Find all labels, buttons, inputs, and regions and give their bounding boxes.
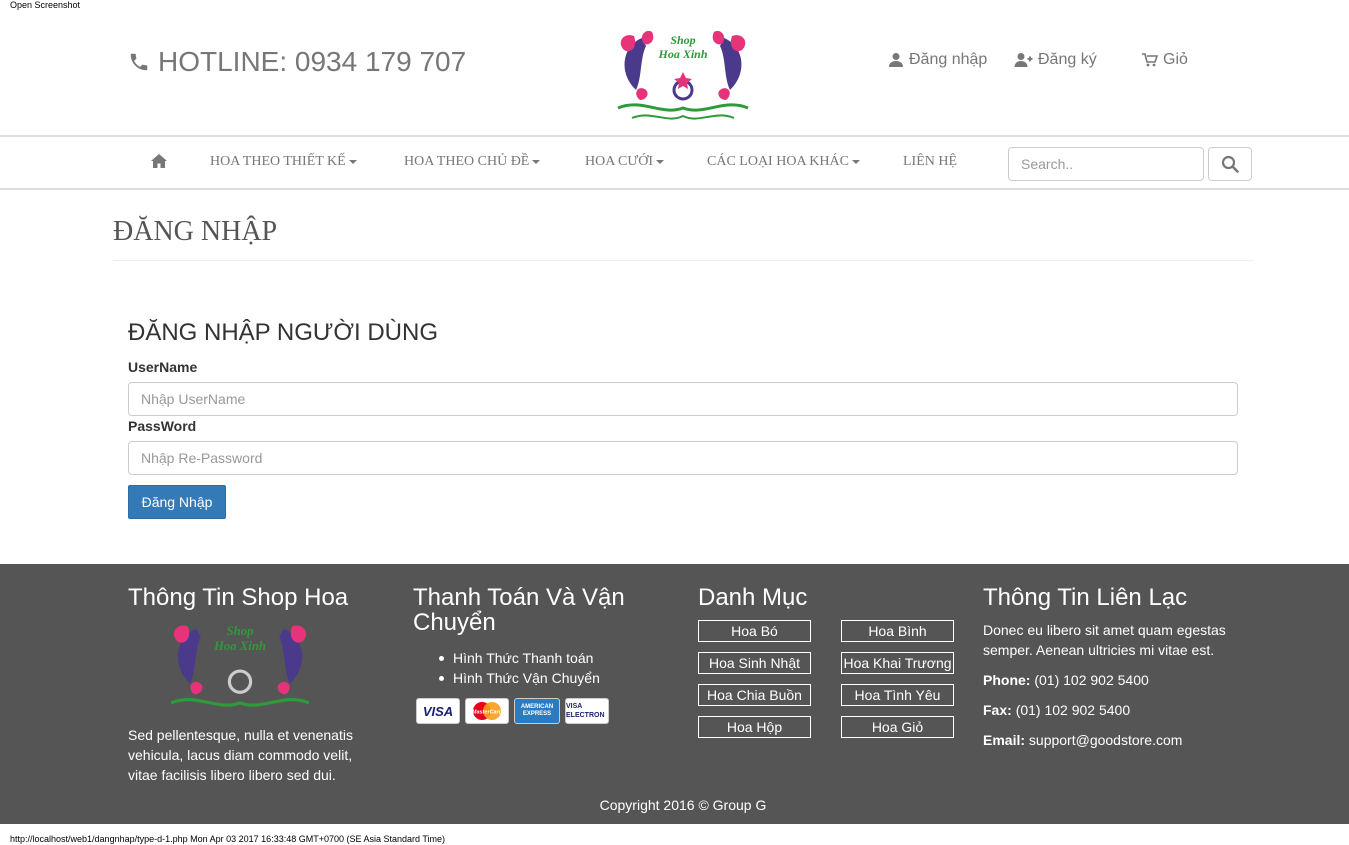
mastercard-icon: MasterCard (465, 698, 509, 724)
register-link[interactable]: Đăng ký (1014, 51, 1097, 69)
status-line: http://localhost/web1/dangnhap/type-d-1.… (10, 834, 446, 844)
caret-down-icon (348, 160, 357, 164)
category-hoa-gio[interactable]: Hoa Giỏ (841, 716, 954, 738)
shop-logo[interactable]: Shop Hoa Xinh (612, 28, 754, 126)
password-input[interactable] (128, 441, 1238, 475)
page-title: ĐĂNG NHẬP (113, 216, 278, 247)
footer-contact-title: Thông Tin Liên Lạc (983, 584, 1188, 611)
nav-lien-he[interactable]: LIÊN HỆ (903, 154, 957, 170)
shipping-method-link[interactable]: Hình Thức Vận Chuyển (439, 668, 600, 688)
login-link[interactable]: Đăng nhập (888, 51, 987, 69)
register-label: Đăng ký (1038, 51, 1097, 68)
logo-text-2: Hoa Xinh (657, 47, 707, 61)
nav-label: LIÊN HỆ (903, 154, 958, 169)
nav-label: HOA THEO THIẾT KẾ (210, 154, 346, 169)
svg-text:MasterCard: MasterCard (472, 710, 503, 716)
footer-category-title: Danh Mục (698, 584, 808, 611)
login-label: Đăng nhập (909, 51, 988, 68)
footer-shop-description: Sed pellentesque, nulla et venenatis veh… (128, 727, 353, 783)
nav-cac-loai-hoa-khac[interactable]: CÁC LOẠI HOA KHÁC (707, 154, 860, 170)
username-label: UserName (128, 359, 198, 375)
password-label: PassWord (128, 418, 197, 434)
footer-logo-text-2: Hoa Xinh (213, 639, 266, 653)
home-icon[interactable] (151, 153, 167, 169)
site-header: HOTLINE: 0934 179 707 Shop Hoa Xinh Đăng… (0, 0, 1349, 135)
category-hoa-hop[interactable]: Hoa Hộp (698, 716, 811, 738)
category-hoa-khai-truong[interactable]: Hoa Khai Trương (841, 652, 954, 674)
footer-phone: Phone: (01) 102 902 5400 (983, 672, 1149, 688)
visa-electron-icon: VISA ELECTRON (565, 698, 609, 724)
caret-down-icon (656, 160, 665, 164)
footer-shop-title: Thông Tin Shop Hoa (128, 584, 349, 611)
phone-icon (130, 53, 148, 71)
search-button[interactable] (1208, 147, 1252, 181)
nav-label: HOA THEO CHỦ ĐỀ (404, 154, 530, 169)
logo-text-1: Shop (670, 33, 695, 47)
visa-card-icon: VISA (416, 698, 460, 724)
nav-hoa-cuoi[interactable]: HOA CƯỚI (585, 154, 665, 170)
nav-hoa-theo-thiet-ke[interactable]: HOA THEO THIẾT KẾ (210, 154, 357, 170)
footer-logo-text-1: Shop (227, 624, 254, 638)
username-input[interactable] (128, 382, 1238, 416)
footer-payment-links: Hình Thức Thanh toán Hình Thức Vận Chuyể… (439, 648, 600, 688)
footer-contact-description: Donec eu libero sit amet quam egestas se… (983, 622, 1226, 658)
footer-logo: Shop Hoa Xinh (170, 624, 310, 707)
search-icon (1221, 155, 1239, 173)
amex-card-icon: AMERICAN EXPRESS (514, 698, 560, 724)
user-icon (889, 53, 903, 67)
footer-email: Email: support@goodstore.com (983, 732, 1183, 748)
login-submit-button[interactable]: Đăng Nhập (128, 485, 226, 519)
cart-link[interactable]: Giỏ (1142, 51, 1188, 69)
title-divider (113, 260, 1253, 261)
footer-payment-title-2: Chuyển (413, 609, 496, 636)
hotline: HOTLINE: 0934 179 707 (128, 46, 466, 78)
cart-icon (1142, 53, 1158, 67)
copyright: Copyright 2016 © Group G (599, 797, 767, 813)
cart-label: Giỏ (1163, 51, 1188, 68)
footer-payment-title-1: Thanh Toán Và Vận (413, 584, 625, 611)
payment-method-link[interactable]: Hình Thức Thanh toán (439, 648, 600, 668)
nav-label: CÁC LOẠI HOA KHÁC (707, 154, 849, 169)
search-input[interactable] (1008, 147, 1204, 181)
form-heading: ĐĂNG NHẬP NGƯỜI DÙNG (128, 319, 438, 346)
category-hoa-chia-buon[interactable]: Hoa Chia Buồn (698, 684, 811, 706)
site-footer: Thông Tin Shop Hoa Shop Hoa Xinh Sed pel… (0, 564, 1349, 824)
category-hoa-sinh-nhat[interactable]: Hoa Sinh Nhật (698, 652, 811, 674)
category-hoa-bo[interactable]: Hoa Bó (698, 620, 811, 642)
email-link[interactable]: support@goodstore.com (1029, 732, 1183, 748)
footer-fax: Fax: (01) 102 902 5400 (983, 702, 1131, 718)
user-plus-icon (1014, 53, 1033, 67)
caret-down-icon (851, 160, 860, 164)
hotline-text: HOTLINE: 0934 179 707 (158, 46, 467, 77)
caret-down-icon (532, 160, 541, 164)
category-hoa-binh[interactable]: Hoa Bình (841, 620, 954, 642)
main-navbar: HOA THEO THIẾT KẾ HOA THEO CHỦ ĐỀ HOA CƯ… (0, 135, 1349, 190)
nav-label: HOA CƯỚI (585, 154, 654, 169)
nav-hoa-theo-chu-de[interactable]: HOA THEO CHỦ ĐỀ (404, 154, 541, 170)
category-hoa-tinh-yeu[interactable]: Hoa Tình Yêu (841, 684, 954, 706)
